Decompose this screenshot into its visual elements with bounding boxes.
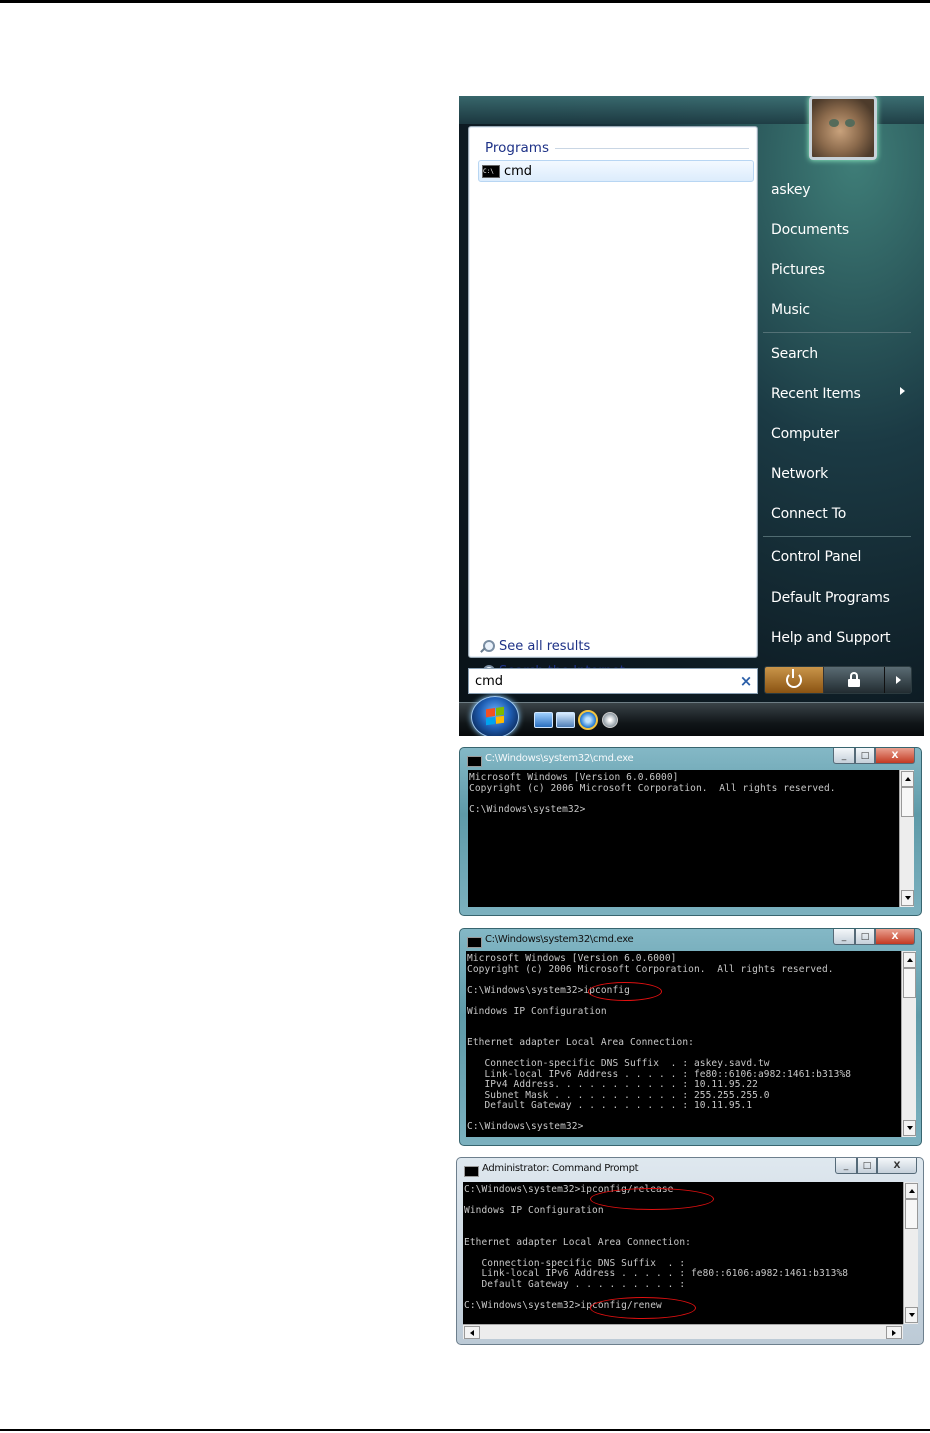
menu-item-music[interactable]: Music: [771, 299, 810, 321]
user-avatar[interactable]: [809, 96, 877, 160]
horizontal-scrollbar[interactable]: [463, 1324, 903, 1339]
menu-item-default-programs[interactable]: Default Programs: [771, 587, 890, 609]
scroll-down-button[interactable]: [903, 1120, 916, 1136]
power-options-button[interactable]: [885, 667, 911, 693]
annotation-circle: [590, 1297, 696, 1319]
see-all-results-link[interactable]: See all results: [480, 636, 590, 656]
window-title: C:\Windows\system32\cmd.exe: [485, 934, 634, 945]
scroll-down-button[interactable]: [901, 890, 914, 906]
maximize-button[interactable]: □: [855, 748, 875, 764]
scroll-thumb[interactable]: [905, 1199, 918, 1229]
admin-cmd-window: Administrator: Command Prompt _ □ X C:\W…: [456, 1157, 924, 1345]
desktop-icon[interactable]: [534, 712, 553, 728]
search-results-panel: Programs C:\ cmd See all results Search …: [468, 126, 758, 679]
scroll-up-button[interactable]: [903, 952, 916, 968]
menu-separator: [763, 536, 911, 537]
annotation-circle: [590, 1188, 714, 1210]
menu-item-search[interactable]: Search: [771, 343, 818, 365]
scroll-up-button[interactable]: [901, 771, 914, 787]
vertical-scrollbar[interactable]: [903, 1182, 918, 1324]
maximize-button[interactable]: □: [857, 1158, 877, 1174]
cmd-icon: [467, 756, 482, 767]
console-output[interactable]: Microsoft Windows [Version 6.0.6000] Cop…: [466, 951, 901, 1137]
minimize-button[interactable]: _: [833, 929, 855, 945]
maximize-button[interactable]: □: [855, 929, 875, 945]
start-search-box: ×: [468, 668, 758, 694]
console-text: Microsoft Windows [Version 6.0.6000] Cop…: [467, 953, 852, 1132]
program-result-label: cmd: [504, 163, 533, 179]
submenu-arrow-icon: [900, 387, 905, 395]
see-all-results-label: See all results: [499, 638, 591, 654]
ie-icon[interactable]: [578, 710, 598, 730]
scroll-right-button[interactable]: [886, 1326, 902, 1339]
divider: [555, 147, 749, 149]
start-menu: Programs C:\ cmd See all results Search …: [459, 96, 924, 736]
menu-item-computer[interactable]: Computer: [771, 423, 839, 445]
close-button[interactable]: X: [875, 929, 915, 945]
minimize-button[interactable]: _: [833, 748, 855, 764]
window-title: Administrator: Command Prompt: [482, 1163, 639, 1174]
search-icon: [480, 639, 495, 653]
vertical-scrollbar[interactable]: [901, 951, 916, 1137]
page-top-rule: [0, 0, 930, 3]
cmd-icon: [467, 937, 482, 948]
taskbar: [459, 702, 924, 736]
start-search-input[interactable]: [469, 672, 735, 690]
cmd-window-1: C:\Windows\system32\cmd.exe _ □ X Micros…: [459, 747, 922, 916]
power-controls: [764, 666, 912, 694]
title-bar: C:\Windows\system32\cmd.exe _ □ X: [460, 748, 921, 770]
power-icon: [786, 669, 802, 688]
power-button[interactable]: [765, 667, 824, 693]
page-bottom-rule: [0, 1429, 930, 1431]
menu-separator: [763, 332, 911, 333]
menu-item-control-panel[interactable]: Control Panel: [771, 546, 861, 568]
scroll-up-button[interactable]: [905, 1183, 918, 1199]
programs-header: Programs: [485, 137, 749, 159]
close-button[interactable]: X: [877, 1158, 917, 1174]
console-output[interactable]: Microsoft Windows [Version 6.0.6000] Cop…: [468, 770, 899, 907]
arrow-icon: [895, 676, 901, 684]
menu-item-user[interactable]: askey: [771, 179, 811, 201]
menu-item-network[interactable]: Network: [771, 463, 828, 485]
scroll-left-button[interactable]: [464, 1326, 480, 1339]
lock-icon: [848, 671, 860, 687]
window-title: C:\Windows\system32\cmd.exe: [485, 753, 634, 764]
annotation-circle: [588, 982, 662, 1001]
start-orb-icon[interactable]: [471, 696, 519, 736]
cmd-icon: C:\: [482, 164, 500, 178]
program-result-cmd[interactable]: C:\ cmd: [478, 160, 754, 182]
title-bar: C:\Windows\system32\cmd.exe _ □ X: [460, 929, 921, 951]
lock-button[interactable]: [824, 667, 885, 693]
scroll-thumb[interactable]: [903, 968, 916, 998]
clear-search-button[interactable]: ×: [735, 672, 757, 690]
app-icon[interactable]: [602, 712, 618, 728]
close-button[interactable]: X: [875, 748, 915, 764]
cmd-icon: [464, 1166, 479, 1177]
menu-item-recent-items[interactable]: Recent Items: [771, 383, 861, 405]
menu-item-pictures[interactable]: Pictures: [771, 259, 825, 281]
scroll-thumb[interactable]: [901, 787, 914, 817]
vertical-scrollbar[interactable]: [899, 770, 914, 907]
windows-flag-icon: [486, 706, 504, 726]
minimize-button[interactable]: _: [835, 1158, 857, 1174]
switch-windows-icon[interactable]: [556, 712, 575, 728]
menu-item-documents[interactable]: Documents: [771, 219, 849, 241]
menu-item-connect-to[interactable]: Connect To: [771, 503, 846, 525]
programs-header-label: Programs: [485, 140, 549, 156]
scroll-down-button[interactable]: [905, 1307, 918, 1323]
console-text: Microsoft Windows [Version 6.0.6000] Cop…: [469, 772, 836, 815]
title-bar: Administrator: Command Prompt _ □ X: [457, 1158, 923, 1180]
menu-item-help-support[interactable]: Help and Support: [771, 627, 891, 649]
cmd-window-2: C:\Windows\system32\cmd.exe _ □ X Micros…: [459, 928, 922, 1146]
